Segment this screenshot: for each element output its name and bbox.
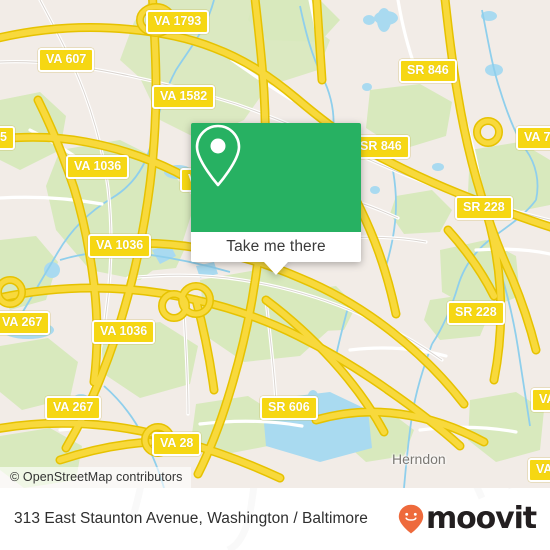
road-shield-label: VA 267 xyxy=(45,396,102,420)
road-shield-label: VA 1036 xyxy=(66,155,130,179)
road-shield-label: SR 228 xyxy=(447,301,505,325)
road-shield-label: SR 846 xyxy=(399,59,457,83)
moovit-logo[interactable]: moovit xyxy=(398,501,537,536)
place-label: Herndon xyxy=(392,451,446,467)
road-shield-label: SR 606 xyxy=(260,396,318,420)
take-me-there-label: Take me there xyxy=(226,238,326,255)
road-shield-label: VA 7 xyxy=(516,126,550,150)
road-shield-label: VA 1036 xyxy=(88,234,152,258)
location-pin-icon xyxy=(195,124,241,187)
road-shield-label: VA xyxy=(531,388,550,412)
address-label: 313 East Staunton Avenue, Washington / B… xyxy=(14,510,368,527)
popup-pin-area xyxy=(191,123,361,232)
road-shield-label: VA 607 xyxy=(38,48,95,72)
road-shield-label: VA 267 xyxy=(0,311,51,335)
moovit-smiley-pin-icon xyxy=(398,504,424,534)
footer-bar: 313 East Staunton Avenue, Washington / B… xyxy=(0,488,550,550)
moovit-map-share-view: VA 1793 VA 607 VA 1582 SR 846 VA 7 5 VA 1036 SR… xyxy=(0,0,550,550)
osm-attribution[interactable]: © OpenStreetMap contributors xyxy=(0,467,191,488)
popup-tail xyxy=(264,262,288,275)
map-canvas[interactable]: VA 1793 VA 607 VA 1582 SR 846 VA 7 5 VA 1036 SR… xyxy=(0,0,550,488)
moovit-wordmark: moovit xyxy=(425,501,537,536)
take-me-there-popup[interactable]: Take me there xyxy=(191,123,361,275)
road-shield-label: VA 1793 xyxy=(146,10,210,34)
road-shield-label: SR 228 xyxy=(455,196,513,220)
popup-action-bar[interactable]: Take me there xyxy=(191,232,361,275)
road-shield-label: VA xyxy=(528,458,550,482)
road-shield-label: VA 1036 xyxy=(92,320,156,344)
road-shield-label: 5 xyxy=(0,126,15,150)
road-shield-label: VA 1582 xyxy=(152,85,216,109)
road-shield-label: VA 28 xyxy=(152,432,202,456)
